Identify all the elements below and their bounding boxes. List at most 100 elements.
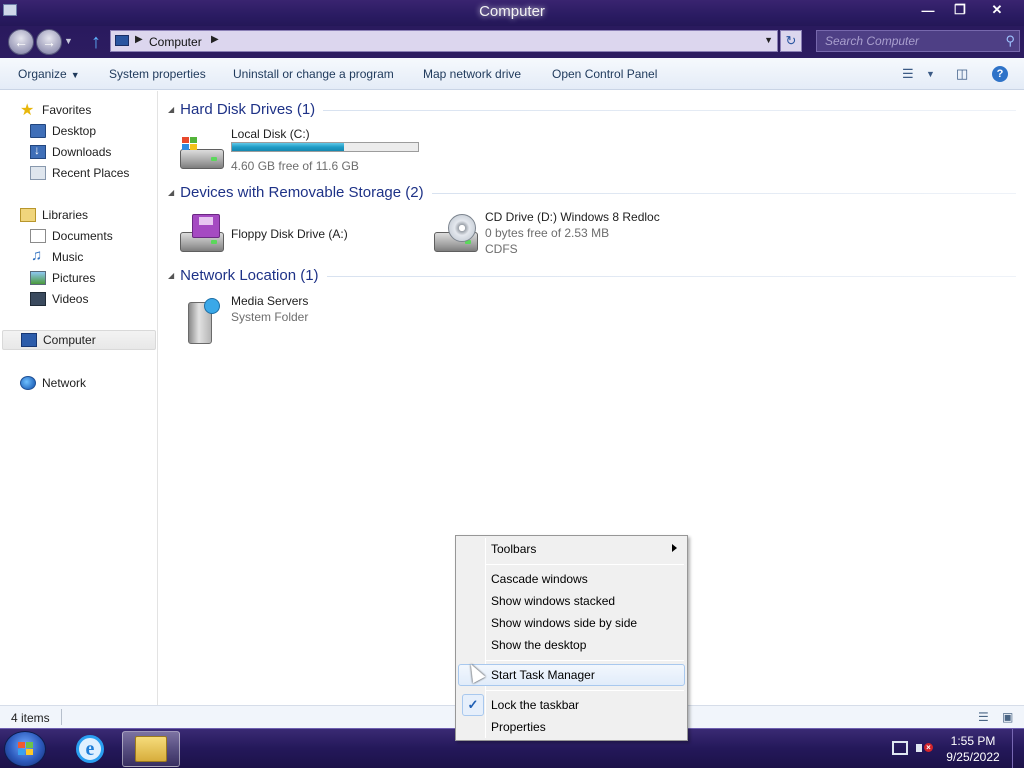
taskbar-context-menu: Toolbars Cascade windows Show windows st… <box>455 535 688 741</box>
computer-icon <box>21 333 37 347</box>
videos-icon <box>30 292 46 306</box>
desktop-icon <box>30 124 46 138</box>
menu-item-properties[interactable]: Properties <box>458 716 685 738</box>
nav-libraries-label: Libraries <box>42 208 89 222</box>
view-options-dropdown-icon[interactable]: ▼ <box>926 69 935 79</box>
item-count: 4 items <box>11 711 50 725</box>
menu-item-lock-taskbar[interactable]: ✓ Lock the taskbar <box>458 694 685 716</box>
cd-drive-icon <box>432 214 480 258</box>
organize-menu[interactable]: Organize ▼ <box>18 67 80 81</box>
submenu-arrow-icon <box>672 544 677 552</box>
drive-floppy-a[interactable]: Floppy Disk Drive (A:) <box>178 210 378 264</box>
taskbar-clock[interactable]: 1:55 PM 9/25/2022 <box>940 733 1006 765</box>
search-input[interactable] <box>817 31 997 51</box>
menu-item-start-task-manager[interactable]: Start Task Manager <box>458 664 685 686</box>
recent-places-icon <box>30 166 46 180</box>
up-button[interactable]: ↑ <box>86 31 106 53</box>
open-control-panel-button[interactable]: Open Control Panel <box>552 67 657 81</box>
collapse-triangle-icon[interactable]: ◢ <box>168 188 174 197</box>
nav-pictures[interactable]: Pictures <box>30 268 95 288</box>
location-type: System Folder <box>231 310 309 324</box>
group-header-removable-storage[interactable]: ◢ Devices with Removable Storage (2) <box>168 182 1016 202</box>
navigation-pane: Favorites Desktop Downloads Recent Place… <box>0 91 158 705</box>
refresh-button[interactable]: ↻ <box>780 30 802 52</box>
search-box[interactable]: ⚲ <box>816 30 1020 52</box>
group-header-label: Devices with Removable Storage (2) <box>180 183 424 201</box>
drive-local-disk-c[interactable]: Local Disk (C:) 4.60 GB free of 11.6 GB <box>178 127 440 181</box>
nav-libraries[interactable]: Libraries <box>20 205 88 225</box>
forward-button[interactable]: → <box>36 29 62 55</box>
start-button[interactable] <box>4 731 46 767</box>
nav-documents[interactable]: Documents <box>30 226 113 246</box>
collapse-triangle-icon[interactable]: ◢ <box>168 271 174 280</box>
address-dropdown-icon[interactable]: ▼ <box>764 35 773 45</box>
menu-separator <box>486 564 684 565</box>
hard-drive-icon <box>178 131 226 175</box>
help-button[interactable]: ? <box>992 66 1008 82</box>
close-button[interactable]: ✕ <box>976 0 1018 20</box>
menu-item-show-windows-stacked[interactable]: Show windows stacked <box>458 590 685 612</box>
system-properties-button[interactable]: System properties <box>109 67 206 81</box>
nav-network[interactable]: Network <box>20 373 86 393</box>
collapse-triangle-icon[interactable]: ◢ <box>168 105 174 114</box>
search-icon[interactable]: ⚲ <box>1005 33 1015 49</box>
media-servers[interactable]: Media Servers System Folder <box>178 294 378 348</box>
preview-pane-icon[interactable]: ◫ <box>956 66 968 82</box>
group-header-network-location[interactable]: ◢ Network Location (1) <box>168 265 1016 285</box>
taskbar-internet-explorer[interactable]: e <box>61 731 119 767</box>
nav-favorites[interactable]: Favorites <box>20 100 91 120</box>
menu-item-show-windows-side-by-side[interactable]: Show windows side by side <box>458 612 685 634</box>
menu-item-label: Cascade windows <box>491 572 588 586</box>
large-icons-view-icon[interactable]: ▣ <box>1002 710 1013 724</box>
documents-icon <box>30 229 46 243</box>
uninstall-program-button[interactable]: Uninstall or change a program <box>233 67 394 81</box>
address-bar[interactable]: ▶ Computer ▶ ▼ <box>110 30 778 52</box>
chevron-down-icon: ▼ <box>70 70 80 80</box>
nav-videos[interactable]: Videos <box>30 289 88 309</box>
back-button[interactable]: ← <box>8 29 34 55</box>
menu-item-cascade-windows[interactable]: Cascade windows <box>458 568 685 590</box>
nav-desktop[interactable]: Desktop <box>30 121 96 141</box>
menu-item-label: Lock the taskbar <box>491 698 580 712</box>
clock-date: 9/25/2022 <box>946 750 1000 764</box>
nav-music-label: Music <box>52 250 84 264</box>
media-server-icon <box>178 298 226 344</box>
menu-item-toolbars[interactable]: Toolbars <box>458 538 685 560</box>
nav-computer[interactable]: Computer <box>2 330 156 350</box>
group-header-hard-disk-drives[interactable]: ◢ Hard Disk Drives (1) <box>168 99 1016 119</box>
breadcrumb-chevron-icon[interactable]: ▶ <box>211 34 219 45</box>
location-name: Media Servers <box>231 294 309 308</box>
disk-usage-fill <box>232 143 344 151</box>
drive-cd-d[interactable]: CD Drive (D:) Windows 8 Redloc 0 bytes f… <box>432 210 692 264</box>
recent-pages-dropdown[interactable]: ▼ <box>64 36 73 46</box>
nav-recent-places[interactable]: Recent Places <box>30 163 129 183</box>
volume-muted-icon[interactable]: × <box>916 741 933 755</box>
internet-explorer-icon: e <box>76 735 104 763</box>
network-icon <box>20 376 36 390</box>
windows-logo-icon <box>18 742 34 756</box>
menu-item-show-desktop[interactable]: Show the desktop <box>458 634 685 656</box>
change-view-icon[interactable]: ☰ <box>902 66 914 82</box>
taskbar-windows-explorer[interactable] <box>122 731 180 767</box>
nav-pictures-label: Pictures <box>52 271 96 285</box>
details-view-icon[interactable]: ☰ <box>978 710 989 724</box>
menu-item-label: Show windows stacked <box>491 594 616 608</box>
maximize-button[interactable]: ❐ <box>944 0 976 20</box>
back-arrow-icon: ← <box>14 34 28 50</box>
breadcrumb-chevron-icon[interactable]: ▶ <box>135 34 143 45</box>
minimize-button[interactable]: — <box>912 0 944 20</box>
show-desktop-button[interactable] <box>1012 729 1024 768</box>
nav-downloads[interactable]: Downloads <box>30 142 111 162</box>
star-icon <box>20 100 36 120</box>
group-divider <box>431 192 1016 194</box>
menu-separator <box>486 660 684 661</box>
map-network-drive-button[interactable]: Map network drive <box>423 67 521 81</box>
computer-icon <box>115 35 129 46</box>
status-divider <box>61 709 62 725</box>
menu-item-label: Start Task Manager <box>491 668 595 682</box>
group-header-label: Network Location (1) <box>180 266 319 284</box>
checkmark-icon: ✓ <box>462 694 484 716</box>
breadcrumb-computer[interactable]: Computer <box>149 35 202 49</box>
network-tray-icon[interactable] <box>892 741 908 755</box>
nav-music[interactable]: Music <box>30 247 83 267</box>
